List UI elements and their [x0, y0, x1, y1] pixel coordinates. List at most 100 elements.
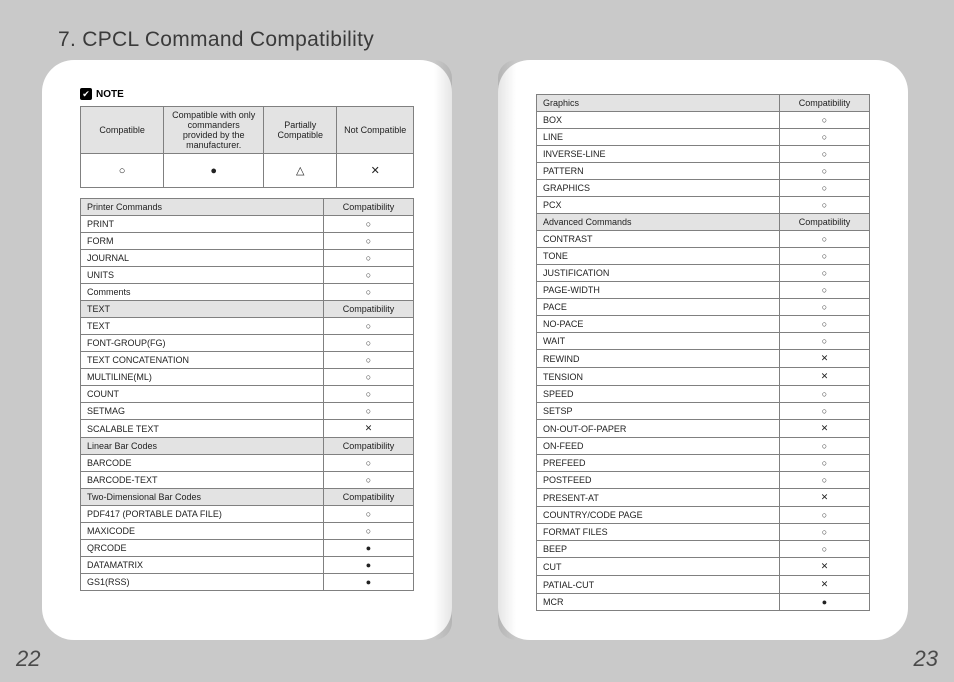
command-name: QRCODE	[81, 540, 324, 557]
page-right: GraphicsCompatibilityBOXLINEINVERSE-LINE…	[498, 60, 908, 640]
compat-header: Compatibility	[780, 95, 870, 112]
legend-symbol	[81, 154, 164, 188]
compat-symbol	[780, 129, 870, 146]
command-name: ON-FEED	[537, 438, 780, 455]
section-name: Two-Dimensional Bar Codes	[81, 489, 324, 506]
command-name: PATTERN	[537, 163, 780, 180]
command-name: FORMAT FILES	[537, 524, 780, 541]
compat-symbol	[324, 318, 414, 335]
compat-symbol	[324, 540, 414, 557]
compat-symbol	[324, 233, 414, 250]
compat-header: Compatibility	[324, 199, 414, 216]
command-name: CUT	[537, 558, 780, 576]
command-name: MULTILINE(ML)	[81, 369, 324, 386]
section-name: TEXT	[81, 301, 324, 318]
compat-symbol	[324, 386, 414, 403]
legend-symbol	[264, 154, 337, 188]
command-name: GRAPHICS	[537, 180, 780, 197]
legend-header: Compatible	[81, 107, 164, 154]
compat-header: Compatibility	[324, 489, 414, 506]
command-name: NO-PACE	[537, 316, 780, 333]
compat-symbol	[780, 112, 870, 129]
compat-symbol	[324, 506, 414, 523]
compat-symbol	[324, 420, 414, 438]
command-name: UNITS	[81, 267, 324, 284]
command-name: REWIND	[537, 350, 780, 368]
command-name: CONTRAST	[537, 231, 780, 248]
compat-symbol	[780, 248, 870, 265]
compat-symbol	[324, 455, 414, 472]
command-name: POSTFEED	[537, 472, 780, 489]
command-name: JOURNAL	[81, 250, 324, 267]
compat-symbol	[780, 455, 870, 472]
section-name: Printer Commands	[81, 199, 324, 216]
command-name: FONT-GROUP(FG)	[81, 335, 324, 352]
check-icon: ✔	[80, 88, 92, 100]
compat-symbol	[780, 594, 870, 611]
command-name: TENSION	[537, 368, 780, 386]
compat-symbol	[780, 316, 870, 333]
command-name: TEXT	[81, 318, 324, 335]
compat-header: Compatibility	[780, 214, 870, 231]
command-name: MAXICODE	[81, 523, 324, 540]
compat-symbol	[780, 576, 870, 594]
command-name: INVERSE-LINE	[537, 146, 780, 163]
compat-symbol	[324, 557, 414, 574]
command-name: PAGE-WIDTH	[537, 282, 780, 299]
command-name: TEXT CONCATENATION	[81, 352, 324, 369]
command-name: PREFEED	[537, 455, 780, 472]
compat-symbol	[780, 541, 870, 558]
command-name: PDF417 (PORTABLE DATA FILE)	[81, 506, 324, 523]
compat-symbol	[780, 265, 870, 282]
command-name: COUNT	[81, 386, 324, 403]
compat-symbol	[780, 558, 870, 576]
command-name: BEEP	[537, 541, 780, 558]
section-name: Graphics	[537, 95, 780, 112]
compat-symbol	[780, 333, 870, 350]
section-name: Advanced Commands	[537, 214, 780, 231]
compat-symbol	[780, 472, 870, 489]
compat-symbol	[780, 403, 870, 420]
command-name: ON-OUT-OF-PAPER	[537, 420, 780, 438]
compat-symbol	[324, 472, 414, 489]
command-name: BARCODE-TEXT	[81, 472, 324, 489]
compat-symbol	[324, 267, 414, 284]
compat-symbol	[780, 368, 870, 386]
command-name: TONE	[537, 248, 780, 265]
command-name: MCR	[537, 594, 780, 611]
command-name: PATIAL-CUT	[537, 576, 780, 594]
compat-symbol	[324, 250, 414, 267]
command-name: PACE	[537, 299, 780, 316]
compat-symbol	[324, 369, 414, 386]
command-name: PRESENT-AT	[537, 489, 780, 507]
page-number-left: 22	[16, 646, 40, 672]
compat-symbol	[780, 386, 870, 403]
compat-symbol	[780, 180, 870, 197]
compat-symbol	[780, 197, 870, 214]
command-name: BARCODE	[81, 455, 324, 472]
compat-symbol	[780, 438, 870, 455]
compat-symbol	[780, 299, 870, 316]
note-label: NOTE	[96, 89, 124, 100]
command-name: DATAMATRIX	[81, 557, 324, 574]
legend-symbol	[164, 154, 264, 188]
note-header: ✔ NOTE	[80, 88, 414, 100]
compat-header: Compatibility	[324, 301, 414, 318]
command-name: SETSP	[537, 403, 780, 420]
command-name: SETMAG	[81, 403, 324, 420]
legend-header: Not Compatible	[337, 107, 414, 154]
compat-symbol	[324, 523, 414, 540]
compat-symbol	[780, 163, 870, 180]
compat-symbol	[324, 403, 414, 420]
command-name: FORM	[81, 233, 324, 250]
compat-symbol	[780, 524, 870, 541]
command-name: GS1(RSS)	[81, 574, 324, 591]
compat-symbol	[780, 282, 870, 299]
compat-symbol	[780, 507, 870, 524]
command-name: Comments	[81, 284, 324, 301]
compat-symbol	[780, 146, 870, 163]
compat-symbol	[324, 574, 414, 591]
command-name: LINE	[537, 129, 780, 146]
compat-symbol	[324, 335, 414, 352]
compat-symbol	[780, 350, 870, 368]
